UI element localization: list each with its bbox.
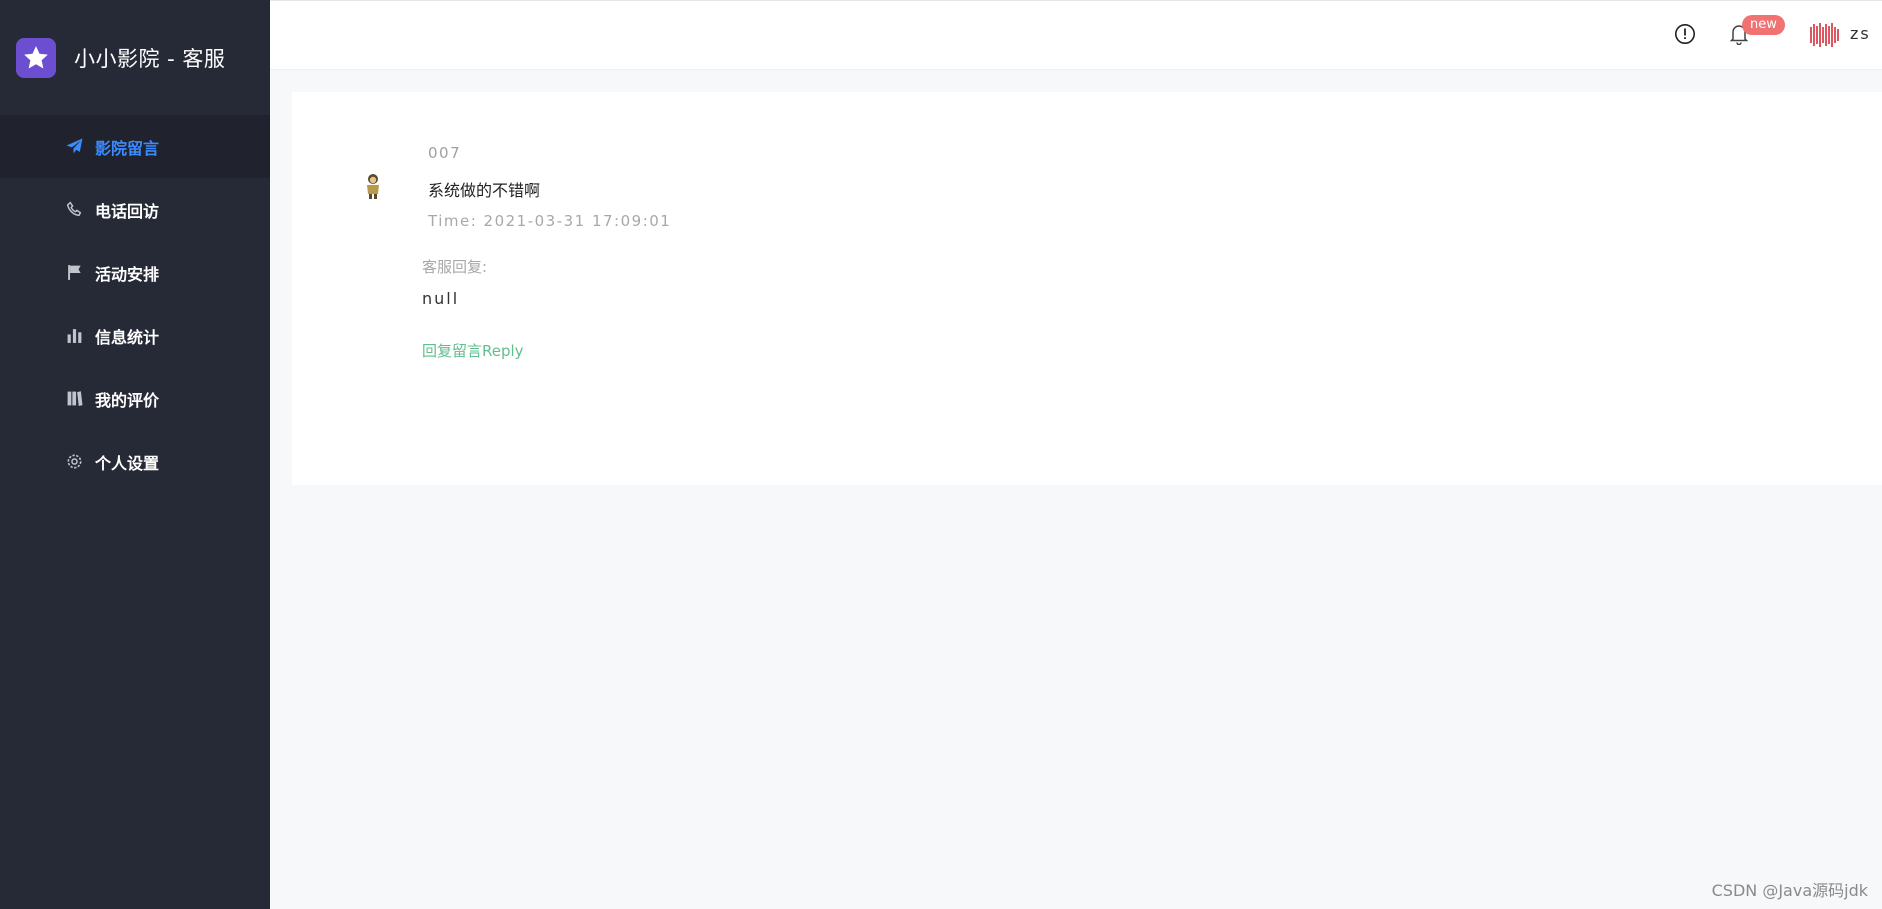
star-icon[interactable]	[16, 37, 56, 78]
gear-icon	[66, 453, 83, 470]
reply-message-link[interactable]: 回复留言Reply	[422, 340, 524, 361]
flag-icon	[66, 264, 83, 281]
reply-text: null	[422, 289, 460, 308]
username[interactable]: zs	[1850, 24, 1871, 43]
sidebar-item-activity-schedule[interactable]: 活动安排	[0, 241, 270, 304]
sidebar-item-my-reviews[interactable]: 我的评价	[0, 367, 270, 430]
message-time: Time: 2021-03-31 17:09:01	[428, 212, 672, 230]
user-avatar	[362, 172, 384, 200]
sidebar: 小小影院 - 客服 影院留言 电话回访 活动安排 信息统计 我的评价 个人设置	[0, 0, 270, 909]
sidebar-item-statistics[interactable]: 信息统计	[0, 304, 270, 367]
reply-label: 客服回复:	[422, 258, 488, 276]
book-icon	[66, 390, 83, 407]
watermark: CSDN @Java源码jdk	[1711, 881, 1868, 900]
sidebar-item-label: 信息统计	[95, 327, 160, 347]
message-card: 007 系统做的不错啊 Time: 2021-03-31 17:09:01 客服…	[292, 92, 1882, 485]
sidebar-item-label: 活动安排	[95, 264, 160, 284]
sidebar-item-cinema-messages[interactable]: 影院留言	[0, 115, 270, 178]
sidebar-item-phone-followup[interactable]: 电话回访	[0, 178, 270, 241]
message-text: 系统做的不错啊	[428, 181, 541, 200]
brand: 小小影院 - 客服	[0, 0, 270, 115]
sidebar-item-label: 影院留言	[95, 138, 160, 158]
info-circle-icon[interactable]	[1674, 23, 1696, 45]
sidebar-item-personal-settings[interactable]: 个人设置	[0, 430, 270, 493]
avatar[interactable]	[1808, 21, 1842, 49]
new-badge: new	[1742, 15, 1785, 35]
phone-icon	[66, 201, 83, 218]
message-username: 007	[428, 144, 462, 162]
sidebar-item-label: 个人设置	[95, 453, 160, 473]
sidebar-item-label: 我的评价	[95, 390, 160, 410]
paper-plane-icon	[66, 138, 83, 155]
brand-title: 小小影院 - 客服	[74, 46, 226, 71]
sidebar-item-label: 电话回访	[95, 201, 160, 221]
sidebar-menu: 影院留言 电话回访 活动安排 信息统计 我的评价 个人设置	[0, 115, 270, 493]
top-header: new zs	[270, 0, 1882, 70]
bar-chart-icon	[66, 327, 83, 344]
